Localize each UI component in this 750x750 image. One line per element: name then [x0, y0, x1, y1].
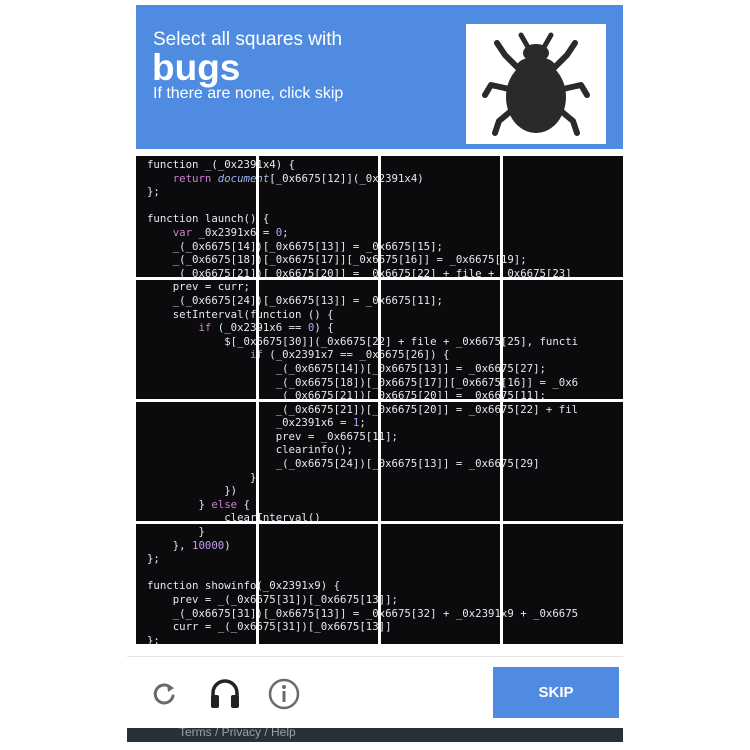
info-icon[interactable] — [267, 677, 301, 711]
challenge-image-grid: function _(_0x2391x4) { return document[… — [136, 156, 623, 644]
grid-tile[interactable] — [501, 156, 623, 278]
captcha-widget: Select all squares with bugs If there ar… — [127, 0, 623, 750]
grid-divider — [136, 398, 623, 402]
page-footer-strip: Terms / Privacy / Help — [127, 728, 623, 742]
skip-button[interactable]: SKIP — [493, 667, 619, 718]
sample-image — [466, 24, 606, 144]
challenge-footer: SKIP — [127, 656, 623, 729]
grid-tile[interactable] — [258, 156, 380, 278]
grid-tile[interactable] — [136, 278, 258, 400]
bug-icon — [482, 32, 590, 136]
grid-tile[interactable] — [501, 278, 623, 400]
grid-tile[interactable] — [136, 522, 258, 644]
grid-divider — [136, 276, 623, 280]
grid-tile[interactable] — [501, 522, 623, 644]
grid-tile[interactable] — [380, 278, 502, 400]
grid-divider — [136, 520, 623, 524]
grid-tile[interactable] — [258, 522, 380, 644]
footer-links-text: Terms / Privacy / Help — [179, 728, 296, 739]
grid-tile[interactable] — [380, 156, 502, 278]
tile-grid — [136, 156, 623, 644]
subtext: If there are none, click skip — [153, 85, 344, 102]
grid-tile[interactable] — [258, 400, 380, 522]
grid-tile[interactable] — [136, 400, 258, 522]
grid-tile[interactable] — [136, 156, 258, 278]
grid-tile[interactable] — [380, 522, 502, 644]
grid-tile[interactable] — [258, 278, 380, 400]
grid-tile[interactable] — [380, 400, 502, 522]
reload-icon[interactable] — [147, 677, 181, 711]
grid-tile[interactable] — [501, 400, 623, 522]
keyword-text: bugs — [152, 47, 241, 88]
challenge-header: Select all squares with bugs If there ar… — [136, 5, 623, 149]
headphones-icon[interactable] — [208, 677, 242, 711]
